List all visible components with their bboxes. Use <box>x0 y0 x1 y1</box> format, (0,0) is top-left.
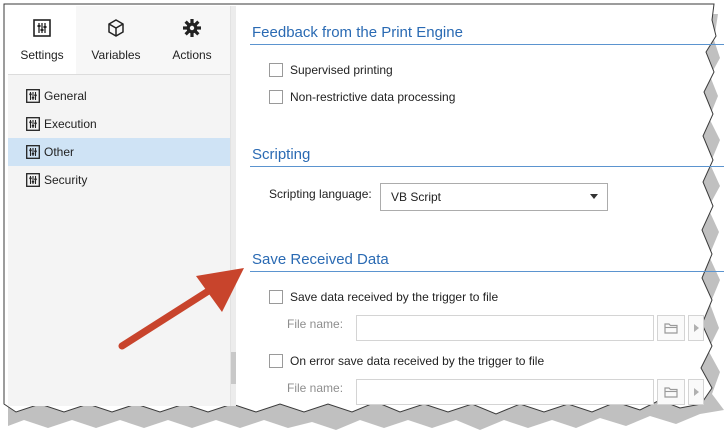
supervised-printing-label: Supervised printing <box>290 63 393 77</box>
file-name-input[interactable] <box>356 315 654 341</box>
browse-folder-button[interactable] <box>657 379 685 405</box>
nav-item-execution[interactable]: Execution <box>8 110 230 138</box>
browse-folder-button[interactable] <box>657 315 685 341</box>
chevron-down-icon <box>590 194 598 199</box>
nav-item-general-label: General <box>44 89 87 103</box>
category-tabs: Settings Variables Actions <box>8 6 230 75</box>
tab-actions-label: Actions <box>172 48 212 62</box>
save-data-checkbox[interactable] <box>269 290 283 304</box>
gear-icon <box>183 19 201 37</box>
on-error-save-label: On error save data received by the trigg… <box>290 354 545 368</box>
folder-icon <box>664 387 678 398</box>
file-name-input[interactable] <box>356 379 654 405</box>
cube-icon <box>108 19 124 37</box>
nav-item-execution-label: Execution <box>44 117 97 131</box>
sliders-icon <box>26 173 40 187</box>
sliders-icon <box>33 19 51 37</box>
nav-item-other-label: Other <box>44 145 75 159</box>
play-arrow-icon <box>694 388 699 396</box>
section-divider <box>250 44 724 45</box>
on-error-save-checkbox[interactable] <box>269 354 283 368</box>
nav-item-security[interactable]: Security <box>8 166 230 194</box>
nav-item-other[interactable]: Other <box>8 138 230 166</box>
file-name-label: File name: <box>287 317 344 331</box>
non-restrictive-checkbox[interactable] <box>269 90 283 104</box>
sliders-icon <box>26 117 40 131</box>
sliders-icon <box>26 89 40 103</box>
file-options-button[interactable] <box>688 315 704 341</box>
section-title-feedback: Feedback from the Print Engine <box>252 24 463 41</box>
section-divider <box>250 166 724 167</box>
tab-actions[interactable]: Actions <box>156 6 228 74</box>
tab-variables-label: Variables <box>91 48 141 62</box>
save-data-label: Save data received by the trigger to fil… <box>290 290 499 304</box>
settings-nav: General Execution Other Security <box>8 82 230 194</box>
section-title-save-received-data: Save Received Data <box>252 251 389 268</box>
nav-item-general[interactable]: General <box>8 82 230 110</box>
scripting-language-value: VB Script <box>391 190 442 204</box>
section-divider <box>250 271 724 272</box>
settings-sidebar: Settings Variables Actions General Execu… <box>8 6 231 406</box>
non-restrictive-label: Non-restrictive data processing <box>290 90 456 104</box>
tab-settings-label: Settings <box>20 48 64 62</box>
folder-icon <box>664 323 678 334</box>
file-name-label: File name: <box>287 381 344 395</box>
play-arrow-icon <box>694 324 699 332</box>
sliders-icon <box>26 145 40 159</box>
panel-splitter[interactable] <box>231 6 236 406</box>
section-title-scripting: Scripting <box>252 146 311 163</box>
scripting-language-select[interactable]: VB Script <box>380 183 608 211</box>
supervised-printing-checkbox[interactable] <box>269 63 283 77</box>
scripting-language-label: Scripting language: <box>269 187 372 201</box>
splitter-scroll-thumb[interactable] <box>231 352 236 384</box>
file-options-button[interactable] <box>688 379 704 405</box>
tab-settings[interactable]: Settings <box>8 6 76 74</box>
nav-item-security-label: Security <box>44 173 88 187</box>
tab-variables[interactable]: Variables <box>80 6 152 74</box>
